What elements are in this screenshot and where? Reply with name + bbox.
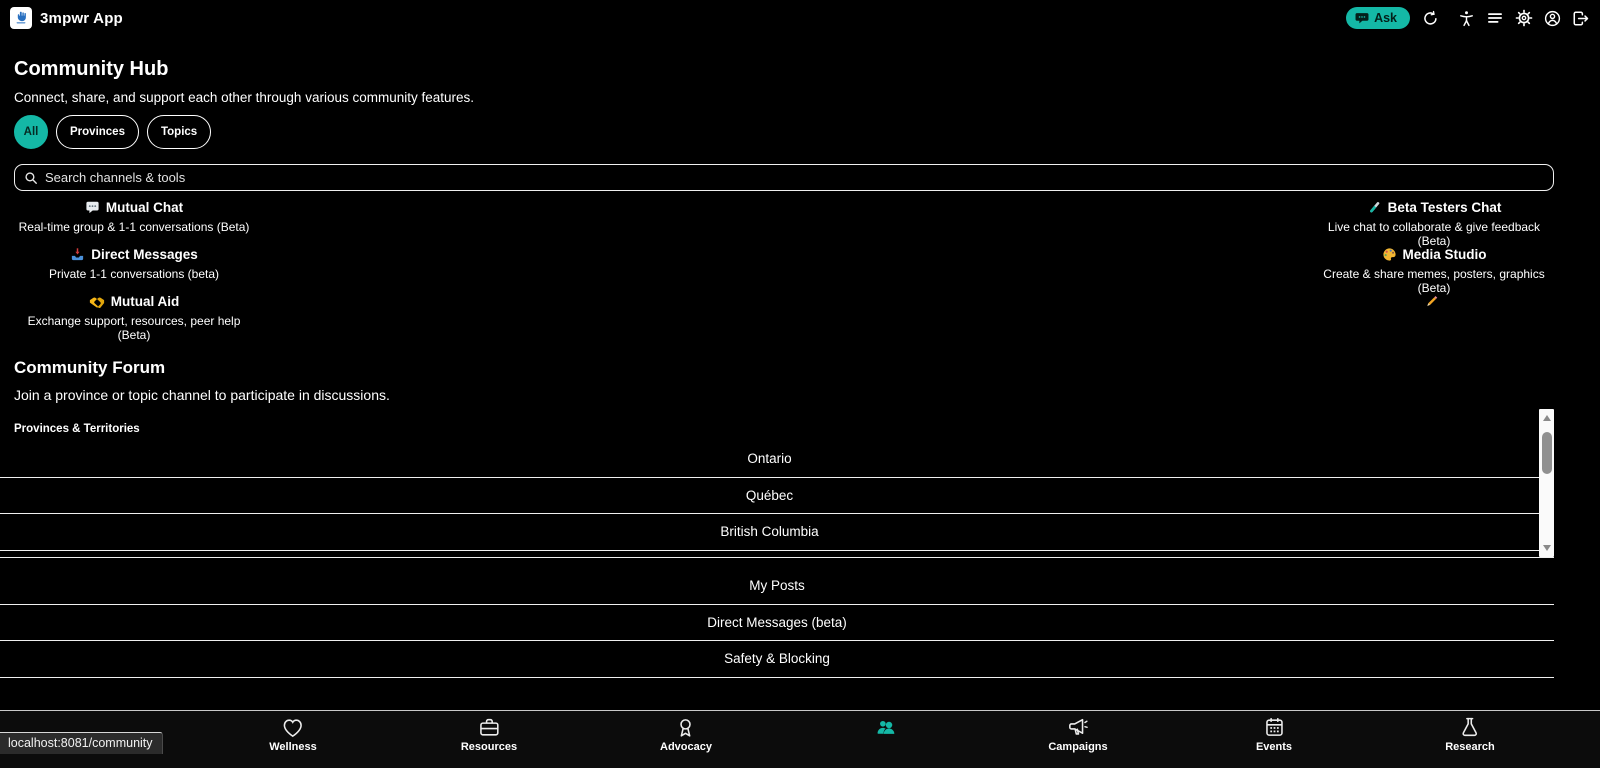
channel-description: Exchange support, resources, peer help (… xyxy=(27,314,241,342)
channel-title-label: Beta Testers Chat xyxy=(1387,200,1502,215)
forum-row-ontario[interactable]: Ontario xyxy=(0,441,1539,478)
nav-tab-wellness[interactable]: Wellness xyxy=(269,715,317,753)
channel-beta-testers-chat[interactable]: Beta Testers Chat Live chat to collabora… xyxy=(1314,195,1554,248)
test-tube-icon xyxy=(1367,200,1382,215)
logout-icon xyxy=(1572,10,1589,27)
nav-tab-events[interactable]: Events xyxy=(1256,715,1292,753)
filter-all[interactable]: All xyxy=(14,115,48,149)
nav-label: Research xyxy=(1445,741,1495,753)
pencil-icon xyxy=(1424,294,1439,309)
page-subtitle: Connect, share, and support each other t… xyxy=(14,90,475,105)
nav-label: Wellness xyxy=(269,741,317,753)
bottom-nav: Wellness Resources Advocacy Campaigns Ev… xyxy=(0,710,1600,768)
channel-title-label: Direct Messages xyxy=(91,247,198,262)
channel-title-label: Mutual Aid xyxy=(110,294,180,309)
megaphone-icon xyxy=(1065,715,1090,740)
nav-label: Resources xyxy=(460,741,518,753)
forum-row-british-columbia[interactable]: British Columbia xyxy=(0,514,1539,551)
ask-button-label: Ask xyxy=(1374,11,1397,25)
channel-title-label: Mutual Chat xyxy=(105,200,184,215)
nav-label: Advocacy xyxy=(660,741,712,753)
scrollbar[interactable] xyxy=(1539,409,1554,557)
forum-links: My Posts Direct Messages (beta) Safety &… xyxy=(0,557,1554,678)
logout-button[interactable] xyxy=(1571,10,1590,27)
channel-description: Real-time group & 1-1 conversations (Bet… xyxy=(18,220,250,234)
nav-tab-campaigns[interactable]: Campaigns xyxy=(1048,715,1108,753)
forum-title: Community Forum xyxy=(14,358,166,377)
menu-button[interactable] xyxy=(1485,9,1505,27)
inbox-tray-icon xyxy=(70,247,85,262)
speech-balloon-icon xyxy=(85,200,100,215)
filter-topics[interactable]: Topics xyxy=(146,115,212,149)
menu-icon xyxy=(1486,9,1504,27)
forum-row-safety-blocking[interactable]: Safety & Blocking xyxy=(0,641,1554,678)
brand: 3mpwr App xyxy=(10,7,123,29)
search-icon xyxy=(24,171,38,185)
forum-row-direct-messages[interactable]: Direct Messages (beta) xyxy=(0,605,1554,641)
people-icon xyxy=(874,715,899,740)
channel-mutual-chat[interactable]: Mutual Chat Real-time group & 1-1 conver… xyxy=(14,195,254,242)
gear-icon xyxy=(1515,9,1533,27)
refresh-button[interactable] xyxy=(1421,10,1440,27)
channel-column-left: Mutual Chat Real-time group & 1-1 conver… xyxy=(14,195,254,342)
channel-column-right: Beta Testers Chat Live chat to collabora… xyxy=(1314,195,1554,336)
channel-media-studio[interactable]: Media Studio Create & share memes, poste… xyxy=(1314,242,1554,295)
status-url-tooltip: localhost:8081/community xyxy=(0,732,163,754)
channel-direct-messages[interactable]: Direct Messages Private 1-1 conversation… xyxy=(14,242,254,289)
chat-bubble-icon xyxy=(1355,11,1369,25)
provinces-section-label: Provinces & Territories xyxy=(14,423,140,435)
briefcase-icon xyxy=(476,715,501,740)
channel-description: Private 1-1 conversations (beta) xyxy=(48,267,220,281)
nav-tab-research[interactable]: Research xyxy=(1445,715,1495,753)
nav-tab-advocacy[interactable]: Advocacy xyxy=(660,715,712,753)
channel-mutual-aid[interactable]: Mutual Aid Exchange support, resources, … xyxy=(14,289,254,342)
search-input[interactable] xyxy=(45,170,1544,185)
channel-pencil[interactable] xyxy=(1314,289,1554,336)
page-title: Community Hub xyxy=(14,58,169,80)
ask-button[interactable]: Ask xyxy=(1346,7,1410,29)
search-bar xyxy=(14,164,1554,191)
scrollbar-up-arrow[interactable] xyxy=(1542,415,1551,421)
accessibility-button[interactable] xyxy=(1457,10,1476,27)
nav-label: Campaigns xyxy=(1048,741,1108,753)
award-ribbon-icon xyxy=(673,715,698,740)
filter-provinces[interactable]: Provinces xyxy=(56,115,139,149)
settings-button[interactable] xyxy=(1514,9,1534,27)
channel-title-label: Media Studio xyxy=(1402,247,1487,262)
scrollbar-thumb[interactable] xyxy=(1541,432,1552,474)
nav-tab-resources[interactable]: Resources xyxy=(461,715,517,753)
top-bar: 3mpwr App Ask xyxy=(0,0,1600,36)
province-list: Ontario Québec British Columbia xyxy=(0,441,1539,551)
heart-icon xyxy=(281,715,306,740)
app-title: 3mpwr App xyxy=(40,9,123,27)
nav-tab-community[interactable] xyxy=(874,715,899,741)
forum-subtitle: Join a province or topic channel to part… xyxy=(14,387,390,403)
accessibility-icon xyxy=(1458,10,1475,27)
scrollbar-down-arrow[interactable] xyxy=(1542,545,1551,551)
handshake-icon xyxy=(89,295,105,308)
refresh-icon xyxy=(1422,10,1439,27)
account-button[interactable] xyxy=(1543,10,1562,27)
forum-row-my-posts[interactable]: My Posts xyxy=(0,568,1554,605)
topbar-actions: Ask xyxy=(1346,7,1590,29)
calendar-icon xyxy=(1261,715,1286,740)
forum-row-quebec[interactable]: Québec xyxy=(0,478,1539,514)
flask-icon xyxy=(1457,715,1482,740)
app-logo-icon xyxy=(10,7,32,29)
forum-scroll-area: Provinces & Territories Ontario Québec B… xyxy=(0,409,1554,557)
main-content: Community Hub Connect, share, and suppor… xyxy=(0,58,1600,678)
account-icon xyxy=(1544,10,1561,27)
nav-label: Events xyxy=(1255,741,1293,753)
artist-palette-icon xyxy=(1382,247,1397,262)
channel-grid: Mutual Chat Real-time group & 1-1 conver… xyxy=(14,195,1554,342)
filter-pills: All Provinces Topics xyxy=(14,115,1554,149)
